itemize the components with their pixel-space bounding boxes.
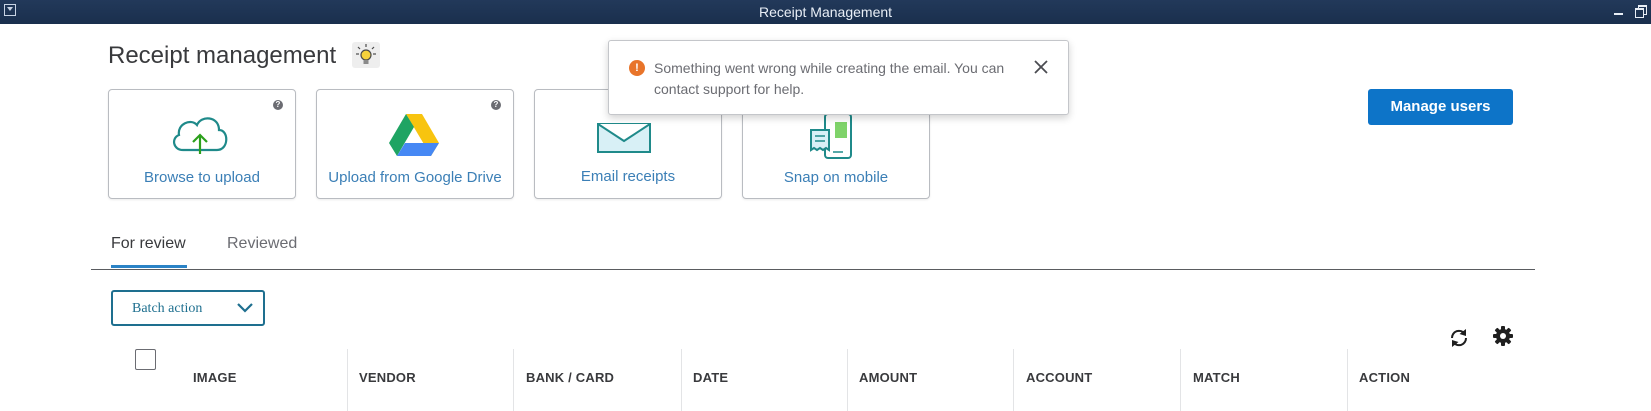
- phone-receipt-icon: [810, 113, 852, 159]
- tile-label: Upload from Google Drive: [328, 169, 502, 186]
- column-header-amount[interactable]: AMOUNT: [859, 370, 917, 385]
- tile-browse-upload[interactable]: ? Browse to upload: [108, 89, 296, 199]
- column-header-image[interactable]: IMAGE: [193, 370, 237, 385]
- tile-google-drive[interactable]: ? Upload from Google Drive: [316, 89, 514, 199]
- chevron-down-icon: [237, 303, 253, 313]
- column-header-action[interactable]: ACTION: [1359, 370, 1410, 385]
- tile-label: Snap on mobile: [783, 169, 889, 186]
- column-header-vendor[interactable]: VENDOR: [359, 370, 416, 385]
- cloud-upload-icon: [173, 117, 228, 154]
- column-header-account[interactable]: ACCOUNT: [1026, 370, 1092, 385]
- page-title: Receipt management: [108, 42, 337, 69]
- google-drive-icon: [389, 114, 439, 156]
- column-divider: [347, 349, 348, 411]
- tile-label: Browse to upload: [144, 169, 260, 186]
- column-divider: [1013, 349, 1014, 411]
- lightbulb-icon[interactable]: [352, 42, 380, 68]
- minimize-icon[interactable]: [1612, 4, 1626, 18]
- error-toast: ! Something went wrong while creating th…: [608, 40, 1069, 115]
- envelope-icon: [597, 123, 651, 153]
- refresh-icon[interactable]: [1448, 327, 1470, 349]
- help-icon[interactable]: ?: [491, 100, 501, 110]
- column-header-match[interactable]: MATCH: [1193, 370, 1240, 385]
- batch-action-dropdown[interactable]: Batch action: [111, 290, 265, 326]
- close-icon[interactable]: [1032, 58, 1050, 76]
- tile-label: Email receipts: [580, 168, 676, 185]
- column-divider: [1180, 349, 1181, 411]
- select-all-checkbox[interactable]: [135, 349, 156, 370]
- column-divider: [513, 349, 514, 411]
- tabs-divider: [91, 269, 1535, 270]
- restore-icon[interactable]: [1634, 4, 1648, 18]
- tab-for-review[interactable]: For review: [111, 235, 186, 253]
- manage-users-button[interactable]: Manage users: [1368, 89, 1513, 125]
- column-header-bank-card[interactable]: BANK / CARD: [526, 370, 614, 385]
- window-title: Receipt Management: [758, 4, 893, 20]
- help-icon[interactable]: ?: [273, 100, 283, 110]
- toast-message: Something went wrong while creating the …: [654, 60, 1005, 97]
- column-divider: [1347, 349, 1348, 411]
- active-tab-indicator: [111, 265, 187, 268]
- gear-icon[interactable]: [1492, 325, 1514, 347]
- tab-reviewed[interactable]: Reviewed: [227, 235, 297, 253]
- batch-action-label: Batch action: [132, 301, 203, 316]
- column-divider: [847, 349, 848, 411]
- column-divider: [681, 349, 682, 411]
- column-header-date[interactable]: DATE: [693, 370, 728, 385]
- warning-icon: !: [629, 60, 645, 76]
- window-titlebar: Receipt Management: [0, 0, 1651, 24]
